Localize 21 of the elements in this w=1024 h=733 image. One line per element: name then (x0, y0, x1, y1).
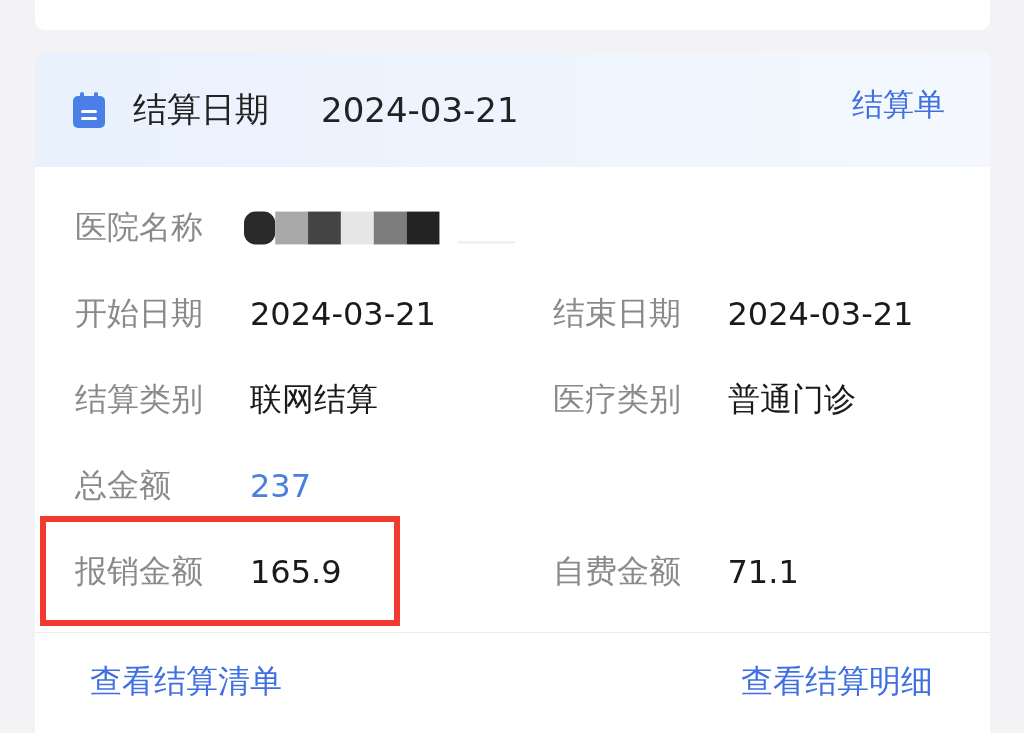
field-label: 结束日期 (552, 293, 682, 334)
settlement-list-link[interactable]: 查看结算清单 (90, 659, 282, 704)
field-label: 自费金额 (552, 551, 682, 592)
header-title: 结算日期 (133, 87, 269, 131)
settlement-detail-link[interactable]: 查看结算明细 (741, 659, 933, 704)
settlement-date: 2024-03-21 (321, 89, 519, 130)
calendar-icon (73, 91, 105, 128)
field-label: 报销金额 (75, 551, 204, 592)
field-value: 2024-03-21 (250, 295, 436, 333)
field-value: 237 (250, 467, 312, 505)
field-label: 医院名称 (75, 207, 204, 248)
field-value: 联网结算 (250, 379, 378, 420)
statement-link[interactable]: 结算单 (852, 84, 945, 126)
field-label: 开始日期 (75, 293, 204, 334)
field-value: 2024-03-21 (727, 295, 914, 333)
field-label: 结算类别 (75, 379, 204, 420)
field-value: 普通门诊 (727, 379, 856, 420)
field-label: 总金额 (75, 465, 172, 506)
field-value: 71.1 (727, 553, 799, 591)
field-value: 165.9 (250, 553, 342, 591)
field-label: 医疗类别 (552, 379, 682, 420)
